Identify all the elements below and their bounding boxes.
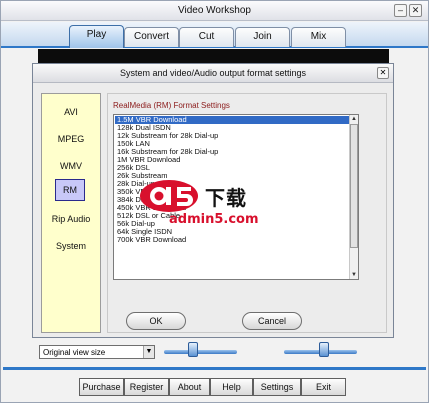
- dialog-title-bar[interactable]: System and video/Audio output format set…: [33, 64, 393, 83]
- minimize-button[interactable]: –: [394, 4, 407, 17]
- format-list-item[interactable]: 16k Substream for 28k Dial-up: [115, 148, 349, 156]
- left-slider[interactable]: [164, 342, 237, 359]
- format-list-item[interactable]: 1M VBR Download: [115, 156, 349, 164]
- left-slider-track: [164, 350, 237, 354]
- format-category-sidebar: AVI MPEG WMV RM Rip Audio System: [41, 93, 101, 333]
- format-list-item[interactable]: 128k Dual ISDN: [115, 124, 349, 132]
- register-button[interactable]: Register: [124, 378, 169, 396]
- left-slider-thumb[interactable]: [188, 342, 198, 357]
- scroll-thumb[interactable]: [350, 124, 358, 248]
- watermark-title: 下载: [205, 186, 247, 210]
- chevron-down-icon[interactable]: ▼: [143, 346, 154, 358]
- exit-button[interactable]: Exit: [301, 378, 346, 396]
- format-list-scrollbar[interactable]: ▲ ▼: [349, 115, 358, 279]
- tab-play[interactable]: Play: [69, 25, 124, 48]
- about-button[interactable]: About: [169, 378, 210, 396]
- bottom-divider: [3, 367, 426, 370]
- format-list-item[interactable]: 150k LAN: [115, 140, 349, 148]
- bottom-button-bar: Purchase Register About Help Settings Ex…: [79, 378, 349, 396]
- app-title: Video Workshop: [177, 5, 251, 16]
- format-list-item[interactable]: 12k Substream for 28k Dial-up: [115, 132, 349, 140]
- ok-button[interactable]: OK: [126, 312, 186, 330]
- video-preview: [38, 49, 389, 64]
- watermark-url: admin5.com: [169, 212, 259, 227]
- purchase-button[interactable]: Purchase: [79, 378, 124, 396]
- format-list-item[interactable]: 256k DSL: [115, 164, 349, 172]
- format-heading: RealMedia (RM) Format Settings: [113, 101, 230, 110]
- right-slider-thumb[interactable]: [319, 342, 329, 357]
- dialog-close-button[interactable]: ✕: [377, 67, 389, 79]
- watermark-logo: [140, 180, 198, 212]
- tab-join[interactable]: Join: [235, 27, 290, 47]
- tab-bar: Play Convert Cut Join Mix: [1, 22, 428, 48]
- scroll-down-arrow-icon[interactable]: ▼: [350, 271, 358, 279]
- tab-convert[interactable]: Convert: [124, 27, 179, 47]
- sidebar-item-rm[interactable]: RM: [55, 179, 85, 201]
- tab-mix[interactable]: Mix: [291, 27, 346, 47]
- help-button[interactable]: Help: [210, 378, 253, 396]
- tab-cut[interactable]: Cut: [179, 27, 234, 47]
- sidebar-item-avi[interactable]: AVI: [44, 101, 98, 123]
- sidebar-item-rip-audio[interactable]: Rip Audio: [44, 208, 98, 230]
- sidebar-item-system[interactable]: System: [44, 235, 98, 257]
- watermark: 下载 admin5.com: [139, 176, 289, 236]
- scroll-up-arrow-icon[interactable]: ▲: [350, 115, 358, 123]
- cancel-button[interactable]: Cancel: [242, 312, 302, 330]
- view-size-select[interactable]: Original view size ▼: [39, 345, 155, 359]
- format-list-item[interactable]: 1.5M VBR Download: [115, 116, 349, 124]
- dialog-title: System and video/Audio output format set…: [119, 68, 307, 78]
- main-window: Video Workshop – ✕ Play Convert Cut Join…: [0, 0, 429, 403]
- format-list-item[interactable]: 700k VBR Download: [115, 236, 349, 244]
- view-size-value: Original view size: [43, 348, 106, 357]
- sidebar-item-mpeg[interactable]: MPEG: [44, 128, 98, 150]
- sidebar-item-wmv[interactable]: WMV: [44, 155, 98, 177]
- title-bar[interactable]: Video Workshop – ✕: [1, 1, 428, 21]
- right-slider[interactable]: [284, 342, 357, 359]
- close-button[interactable]: ✕: [409, 4, 422, 17]
- settings-button[interactable]: Settings: [253, 378, 301, 396]
